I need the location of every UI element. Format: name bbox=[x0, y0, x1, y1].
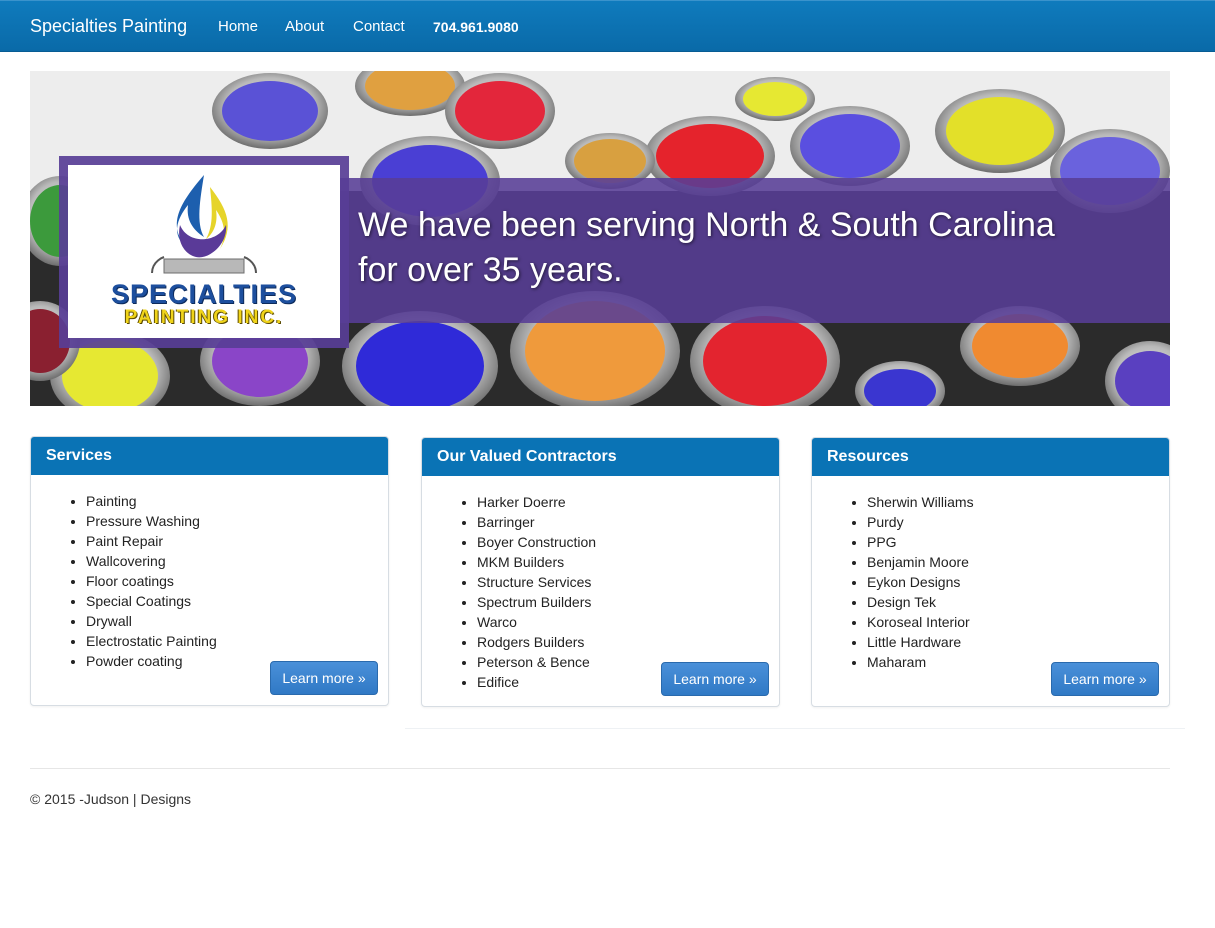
brand-link[interactable]: Specialties Painting bbox=[30, 16, 187, 37]
list-item: Little Hardware bbox=[867, 632, 1154, 652]
company-logo: SPECIALTIES PAINTING INC. bbox=[68, 165, 340, 338]
list-item: Harker Doerre bbox=[477, 492, 764, 512]
panel-title: Our Valued Contractors bbox=[422, 438, 779, 476]
list-item: Koroseal Interior bbox=[867, 612, 1154, 632]
list-item: Painting bbox=[86, 491, 373, 511]
list-item: Floor coatings bbox=[86, 571, 373, 591]
list-item: Boyer Construction bbox=[477, 532, 764, 552]
list-item: Benjamin Moore bbox=[867, 552, 1154, 572]
list-item: Rodgers Builders bbox=[477, 632, 764, 652]
list-item: Pressure Washing bbox=[86, 511, 373, 531]
list-item: MKM Builders bbox=[477, 552, 764, 572]
footer-copyright: © 2015 -Judson | Designs bbox=[30, 791, 192, 807]
panel-shadow bbox=[405, 725, 795, 729]
list-item: Drywall bbox=[86, 611, 373, 631]
top-navbar: Specialties Painting Home About Contact … bbox=[0, 0, 1215, 52]
list-item: Spectrum Builders bbox=[477, 592, 764, 612]
tagline-line-1: We have been serving North & South Carol… bbox=[358, 206, 1055, 244]
nav-contact-link[interactable]: Contact bbox=[353, 18, 405, 35]
list-item: Paint Repair bbox=[86, 531, 373, 551]
list-item: Wallcovering bbox=[86, 551, 373, 571]
list-item: Design Tek bbox=[867, 592, 1154, 612]
list-item: Special Coatings bbox=[86, 591, 373, 611]
footer-divider bbox=[30, 768, 1170, 769]
learn-more-button[interactable]: Learn more » bbox=[270, 661, 378, 695]
services-list: Painting Pressure Washing Paint Repair W… bbox=[46, 491, 373, 671]
hero-tagline: We have been serving North & South Carol… bbox=[358, 203, 1138, 293]
list-item: Structure Services bbox=[477, 572, 764, 592]
tagline-line-2: for over 35 years. bbox=[358, 251, 623, 289]
list-item: Electrostatic Painting bbox=[86, 631, 373, 651]
learn-more-button[interactable]: Learn more » bbox=[1051, 662, 1159, 696]
list-item: Sherwin Williams bbox=[867, 492, 1154, 512]
hero-banner: We have been serving North & South Carol… bbox=[30, 71, 1170, 406]
list-item: Warco bbox=[477, 612, 764, 632]
panel-title: Services bbox=[31, 437, 388, 475]
contractors-panel: Our Valued Contractors Harker Doerre Bar… bbox=[421, 437, 780, 707]
list-item: PPG bbox=[867, 532, 1154, 552]
resources-list: Sherwin Williams Purdy PPG Benjamin Moor… bbox=[827, 492, 1154, 672]
learn-more-button[interactable]: Learn more » bbox=[661, 662, 769, 696]
list-item: Purdy bbox=[867, 512, 1154, 532]
panel-title: Resources bbox=[812, 438, 1169, 476]
services-panel: Services Painting Pressure Washing Paint… bbox=[30, 436, 389, 706]
list-item: Barringer bbox=[477, 512, 764, 532]
list-item: Eykon Designs bbox=[867, 572, 1154, 592]
nav-about-link[interactable]: About bbox=[285, 18, 324, 35]
nav-home-link[interactable]: Home bbox=[218, 18, 258, 35]
panel-shadow bbox=[795, 725, 1185, 729]
logo-text-painting: PAINTING INC. bbox=[124, 307, 284, 328]
resources-panel: Resources Sherwin Williams Purdy PPG Ben… bbox=[811, 437, 1170, 707]
logo-text-specialties: SPECIALTIES bbox=[110, 279, 298, 309]
nav-phone-link[interactable]: 704.961.9080 bbox=[433, 19, 519, 35]
